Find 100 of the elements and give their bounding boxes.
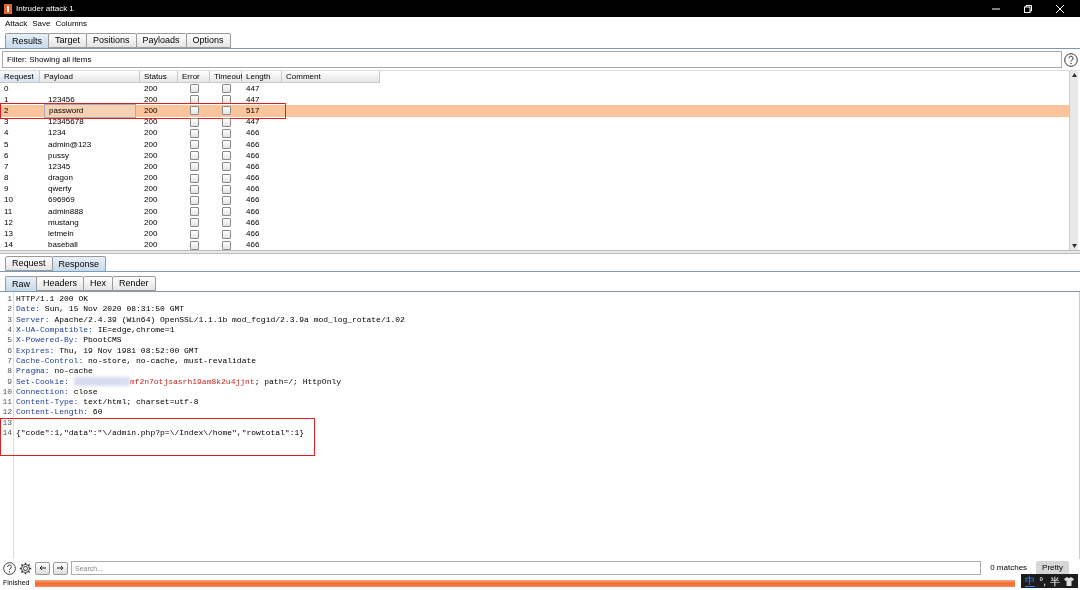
table-row[interactable]: 10 696969 200 466 — [0, 194, 1069, 207]
checkbox[interactable] — [189, 173, 199, 183]
table-cell: 466 — [246, 228, 260, 241]
table-row[interactable]: 12 mustang 200 466 — [0, 217, 1069, 229]
table-cell: 466 — [246, 149, 260, 162]
table-cell: 517 — [246, 104, 260, 117]
back-button[interactable] — [35, 561, 50, 575]
tab[interactable]: Target — [48, 33, 88, 48]
line-number: 12 — [2, 406, 13, 419]
table-row[interactable]: 1 123456 200 447 — [0, 94, 1069, 106]
table-row[interactable]: 11 admin888 200 466 — [0, 206, 1069, 218]
punctuation-mode[interactable]: °, — [1039, 575, 1046, 587]
tab[interactable]: Response — [51, 256, 107, 271]
checkbox[interactable] — [189, 195, 199, 205]
checkbox[interactable] — [189, 106, 199, 116]
table-row[interactable]: 4 1234 200 466 — [0, 127, 1069, 139]
app-icon — [4, 3, 12, 14]
restore-icon[interactable] — [1024, 4, 1032, 13]
checkbox[interactable] — [189, 95, 199, 105]
checkbox[interactable] — [221, 218, 231, 228]
table-cell-text: letmein — [47, 228, 74, 241]
header-line: X-Powered-By: PbootCMS — [16, 335, 122, 345]
table-row[interactable]: 8 dragon 200 466 — [0, 172, 1069, 184]
tab[interactable]: Options — [185, 33, 231, 48]
line-number: 9 — [6, 375, 13, 388]
column-header[interactable]: Error — [178, 71, 210, 83]
tab[interactable]: Headers — [36, 276, 85, 291]
checkbox[interactable] — [221, 207, 231, 217]
checkbox[interactable] — [221, 229, 231, 239]
table-cell: 3 — [4, 116, 9, 129]
shirt-icon[interactable] — [1064, 576, 1074, 586]
checkbox[interactable] — [189, 140, 199, 150]
line-number: 1 — [6, 293, 13, 306]
column-header[interactable]: Comment — [282, 71, 380, 83]
checkbox[interactable] — [189, 84, 199, 94]
column-header[interactable]: Status — [140, 71, 178, 83]
tab[interactable]: Payloads — [135, 33, 187, 48]
table-row[interactable]: 2 password 200 517 — [0, 105, 1069, 117]
table-cell: 466 — [246, 127, 260, 140]
tab[interactable]: Hex — [83, 276, 114, 291]
checkbox[interactable] — [221, 95, 231, 105]
checkbox[interactable] — [189, 184, 199, 194]
checkbox[interactable] — [221, 240, 231, 250]
line-number: 6 — [6, 344, 13, 357]
checkbox[interactable] — [189, 240, 199, 250]
menu-item[interactable]: Attack — [5, 18, 28, 30]
table-row[interactable]: 14 baseball 200 466 — [0, 239, 1069, 251]
table-cell-text: admin@123 — [47, 138, 92, 151]
help-icon[interactable] — [3, 561, 16, 575]
forward-button[interactable] — [53, 561, 68, 575]
header-line: Cache-Control: no-store, no-cache, must-revalidate — [16, 355, 257, 365]
column-header[interactable]: Request — [0, 71, 40, 83]
checkbox[interactable] — [221, 128, 231, 138]
checkbox[interactable] — [221, 106, 231, 116]
menu-item[interactable]: Save — [32, 18, 51, 30]
checkbox[interactable] — [221, 184, 231, 194]
scrollbar[interactable] — [1069, 71, 1078, 250]
header-line: Connection: close — [16, 386, 98, 396]
checkbox[interactable] — [189, 151, 199, 161]
ime-mode[interactable]: 中 — [1025, 575, 1036, 587]
code-line: {"code":1,"data":"\/admin.php?p=\/Index\/home","rowtotal":1} — [16, 428, 305, 437]
checkbox[interactable] — [189, 162, 199, 172]
table-row[interactable]: 5 admin@123 200 466 — [0, 138, 1069, 151]
menu-item[interactable]: Columns — [55, 18, 88, 30]
tab[interactable]: Render — [112, 276, 156, 291]
tab[interactable]: Positions — [86, 33, 137, 48]
table-row[interactable]: 13 letmein 200 466 — [0, 228, 1069, 240]
header-line: Content-Length: 60 — [16, 407, 103, 417]
checkbox[interactable] — [221, 173, 231, 183]
table-row[interactable]: 7 12345 200 466 — [0, 161, 1069, 173]
tab[interactable]: Request — [5, 256, 53, 271]
table-cell-text: dragon — [47, 172, 73, 185]
help-icon[interactable] — [1064, 52, 1078, 67]
table-row[interactable]: 3 12345678 200 447 — [0, 116, 1069, 128]
close-icon[interactable] — [1056, 4, 1064, 13]
table-row[interactable]: 9 qwerty 200 466 — [0, 183, 1069, 195]
checkbox[interactable] — [221, 140, 231, 150]
match-count: 0 matches — [989, 562, 1029, 574]
table-row[interactable]: 6 pussy 200 466 — [0, 150, 1069, 162]
settings-icon[interactable] — [19, 561, 32, 575]
checkbox[interactable] — [221, 117, 231, 127]
tab[interactable]: Raw — [5, 276, 37, 291]
column-header[interactable]: Timeout — [210, 71, 242, 83]
line-number: 3 — [6, 313, 13, 326]
checkbox[interactable] — [189, 218, 199, 228]
checkbox[interactable] — [189, 117, 199, 127]
checkbox[interactable] — [221, 84, 231, 94]
table-cell: 200 — [144, 149, 158, 162]
checkbox[interactable] — [221, 195, 231, 205]
checkbox[interactable] — [189, 128, 199, 138]
checkbox[interactable] — [189, 229, 199, 239]
tab[interactable]: Results — [5, 33, 49, 48]
column-header[interactable]: Payload — [40, 71, 140, 83]
checkbox[interactable] — [221, 162, 231, 172]
checkbox[interactable] — [221, 151, 231, 161]
checkbox[interactable] — [189, 207, 199, 217]
column-header[interactable]: Length — [242, 71, 282, 83]
filter-bar[interactable]: Filter: Showing all items — [2, 51, 1062, 68]
width-mode[interactable]: 半 — [1050, 575, 1060, 587]
table-row[interactable]: 0 200 447 — [0, 83, 1069, 95]
